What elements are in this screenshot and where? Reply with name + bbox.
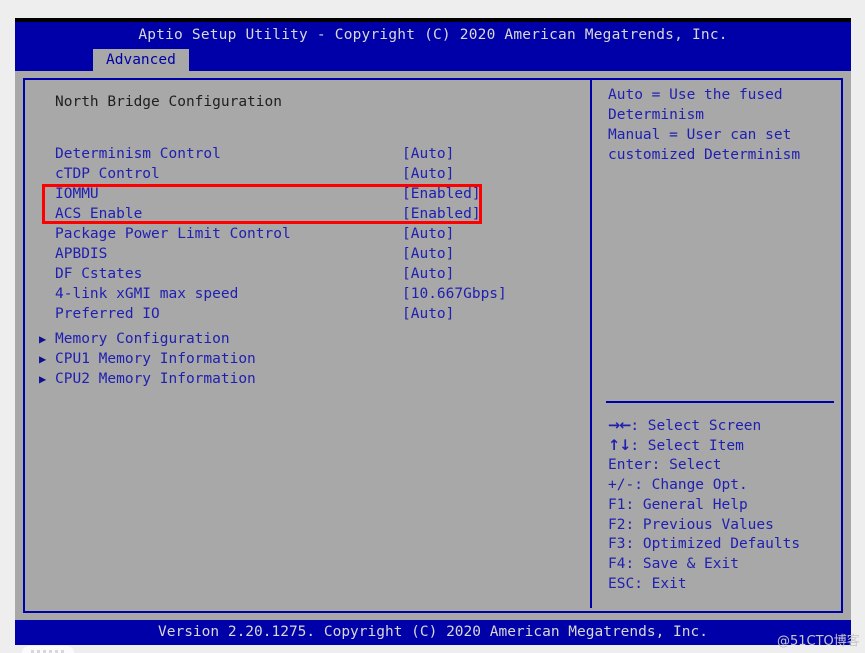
submenu-list: ▶ Memory Configuration ▶ CPU1 Memory Inf… xyxy=(27,329,587,389)
setting-value[interactable]: [Auto] xyxy=(402,164,454,184)
screen: Aptio Setup Utility - Copyright (C) 2020… xyxy=(0,0,865,653)
bottom-partial-widget xyxy=(22,646,74,653)
content-area: North Bridge Configuration Determinism C… xyxy=(15,71,851,620)
key-hint-change-opt: +/-: Change Opt. xyxy=(608,477,748,494)
setting-row-df-cstates[interactable]: DF Cstates [Auto] xyxy=(27,264,587,284)
setting-value[interactable]: [Auto] xyxy=(402,264,454,284)
help-description: Auto = Use the fused Determinism Manual … xyxy=(608,85,836,165)
setting-label: 4-link xGMI max speed xyxy=(55,286,239,302)
setting-row-iommu[interactable]: IOMMU [Enabled] xyxy=(27,184,587,204)
submenu-item-memory-configuration[interactable]: ▶ Memory Configuration xyxy=(27,329,587,349)
pane-divider xyxy=(590,80,592,608)
setting-label: cTDP Control xyxy=(55,166,160,182)
tab-bar: Advanced xyxy=(15,49,851,71)
key-hint-text: : Select Item xyxy=(630,437,744,454)
setting-label: APBDIS xyxy=(55,246,108,262)
setting-value[interactable]: [Auto] xyxy=(402,244,454,264)
triangle-right-icon: ▶ xyxy=(39,372,47,386)
arrow-up-down-icon: ↑↓ xyxy=(608,437,631,454)
key-hint-general-help: F1: General Help xyxy=(608,496,748,513)
help-separator xyxy=(606,401,834,403)
submenu-label: Memory Configuration xyxy=(55,331,230,347)
setting-row-package-power-limit-control[interactable]: Package Power Limit Control [Auto] xyxy=(27,224,587,244)
setting-label: Preferred IO xyxy=(55,306,160,322)
setting-row-determinism-control[interactable]: Determinism Control [Auto] xyxy=(27,144,587,164)
setting-row-preferred-io[interactable]: Preferred IO [Auto] xyxy=(27,304,587,324)
key-hint-text: : Select Screen xyxy=(630,418,762,434)
help-line: Determinism xyxy=(608,107,705,123)
page-title: North Bridge Configuration xyxy=(55,94,282,110)
help-line: Auto = Use the fused xyxy=(608,87,783,103)
version-footer: Version 2.20.1275. Copyright (C) 2020 Am… xyxy=(15,620,851,645)
submenu-label: CPU1 Memory Information xyxy=(55,351,256,367)
setting-row-4-link-xgmi-max-speed[interactable]: 4-link xGMI max speed [10.667Gbps] xyxy=(27,284,587,304)
setting-row-apbdis[interactable]: APBDIS [Auto] xyxy=(27,244,587,264)
triangle-right-icon: ▶ xyxy=(39,332,47,346)
key-hint-save-exit: F4: Save & Exit xyxy=(608,555,739,572)
submenu-item-cpu2-memory-information[interactable]: ▶ CPU2 Memory Information xyxy=(27,369,587,389)
setting-label: DF Cstates xyxy=(55,266,143,282)
help-pane: Auto = Use the fused Determinism Manual … xyxy=(598,81,838,606)
setting-label: ACS Enable xyxy=(55,206,143,222)
key-hint-select-item: ↑↓: Select Item xyxy=(608,437,838,457)
key-hint-enter-select: Enter: Select xyxy=(608,457,722,474)
arrow-left-right-icon: →← xyxy=(608,418,631,434)
submenu-item-cpu1-memory-information[interactable]: ▶ CPU1 Memory Information xyxy=(27,349,587,369)
key-hint-select-screen: →←: Select Screen xyxy=(608,417,838,437)
watermark: @51CTO博客 xyxy=(777,634,860,649)
setting-value[interactable]: [Enabled] xyxy=(402,204,481,224)
key-hint-optimized-defaults: F3: Optimized Defaults xyxy=(608,536,801,553)
setting-value[interactable]: [Enabled] xyxy=(402,184,481,204)
key-legend: →←: Select Screen ↑↓: Select Item Enter:… xyxy=(608,417,838,594)
triangle-right-icon: ▶ xyxy=(39,352,47,366)
settings-pane: North Bridge Configuration Determinism C… xyxy=(27,81,587,606)
setting-value[interactable]: [Auto] xyxy=(402,144,454,164)
settings-list: Determinism Control [Auto] cTDP Control … xyxy=(27,144,587,324)
setting-label: Package Power Limit Control xyxy=(55,226,291,242)
help-line: Manual = User can set xyxy=(608,127,792,143)
setting-label: Determinism Control xyxy=(55,146,221,162)
setting-row-acs-enable[interactable]: ACS Enable [Enabled] xyxy=(27,204,587,224)
window-title: Aptio Setup Utility - Copyright (C) 2020… xyxy=(138,27,728,43)
bios-setup-window: Aptio Setup Utility - Copyright (C) 2020… xyxy=(15,18,851,645)
key-hint-esc-exit: ESC: Exit xyxy=(608,575,687,592)
help-line: customized Determinism xyxy=(608,147,801,163)
key-hint-previous-values: F2: Previous Values xyxy=(608,516,774,533)
setting-value[interactable]: [Auto] xyxy=(402,224,454,244)
tab-advanced[interactable]: Advanced xyxy=(93,49,189,71)
submenu-label: CPU2 Memory Information xyxy=(55,371,256,387)
setting-value[interactable]: [10.667Gbps] xyxy=(402,284,507,304)
setting-value[interactable]: [Auto] xyxy=(402,304,454,324)
setting-label: IOMMU xyxy=(55,186,99,202)
setting-row-ctdp-control[interactable]: cTDP Control [Auto] xyxy=(27,164,587,184)
